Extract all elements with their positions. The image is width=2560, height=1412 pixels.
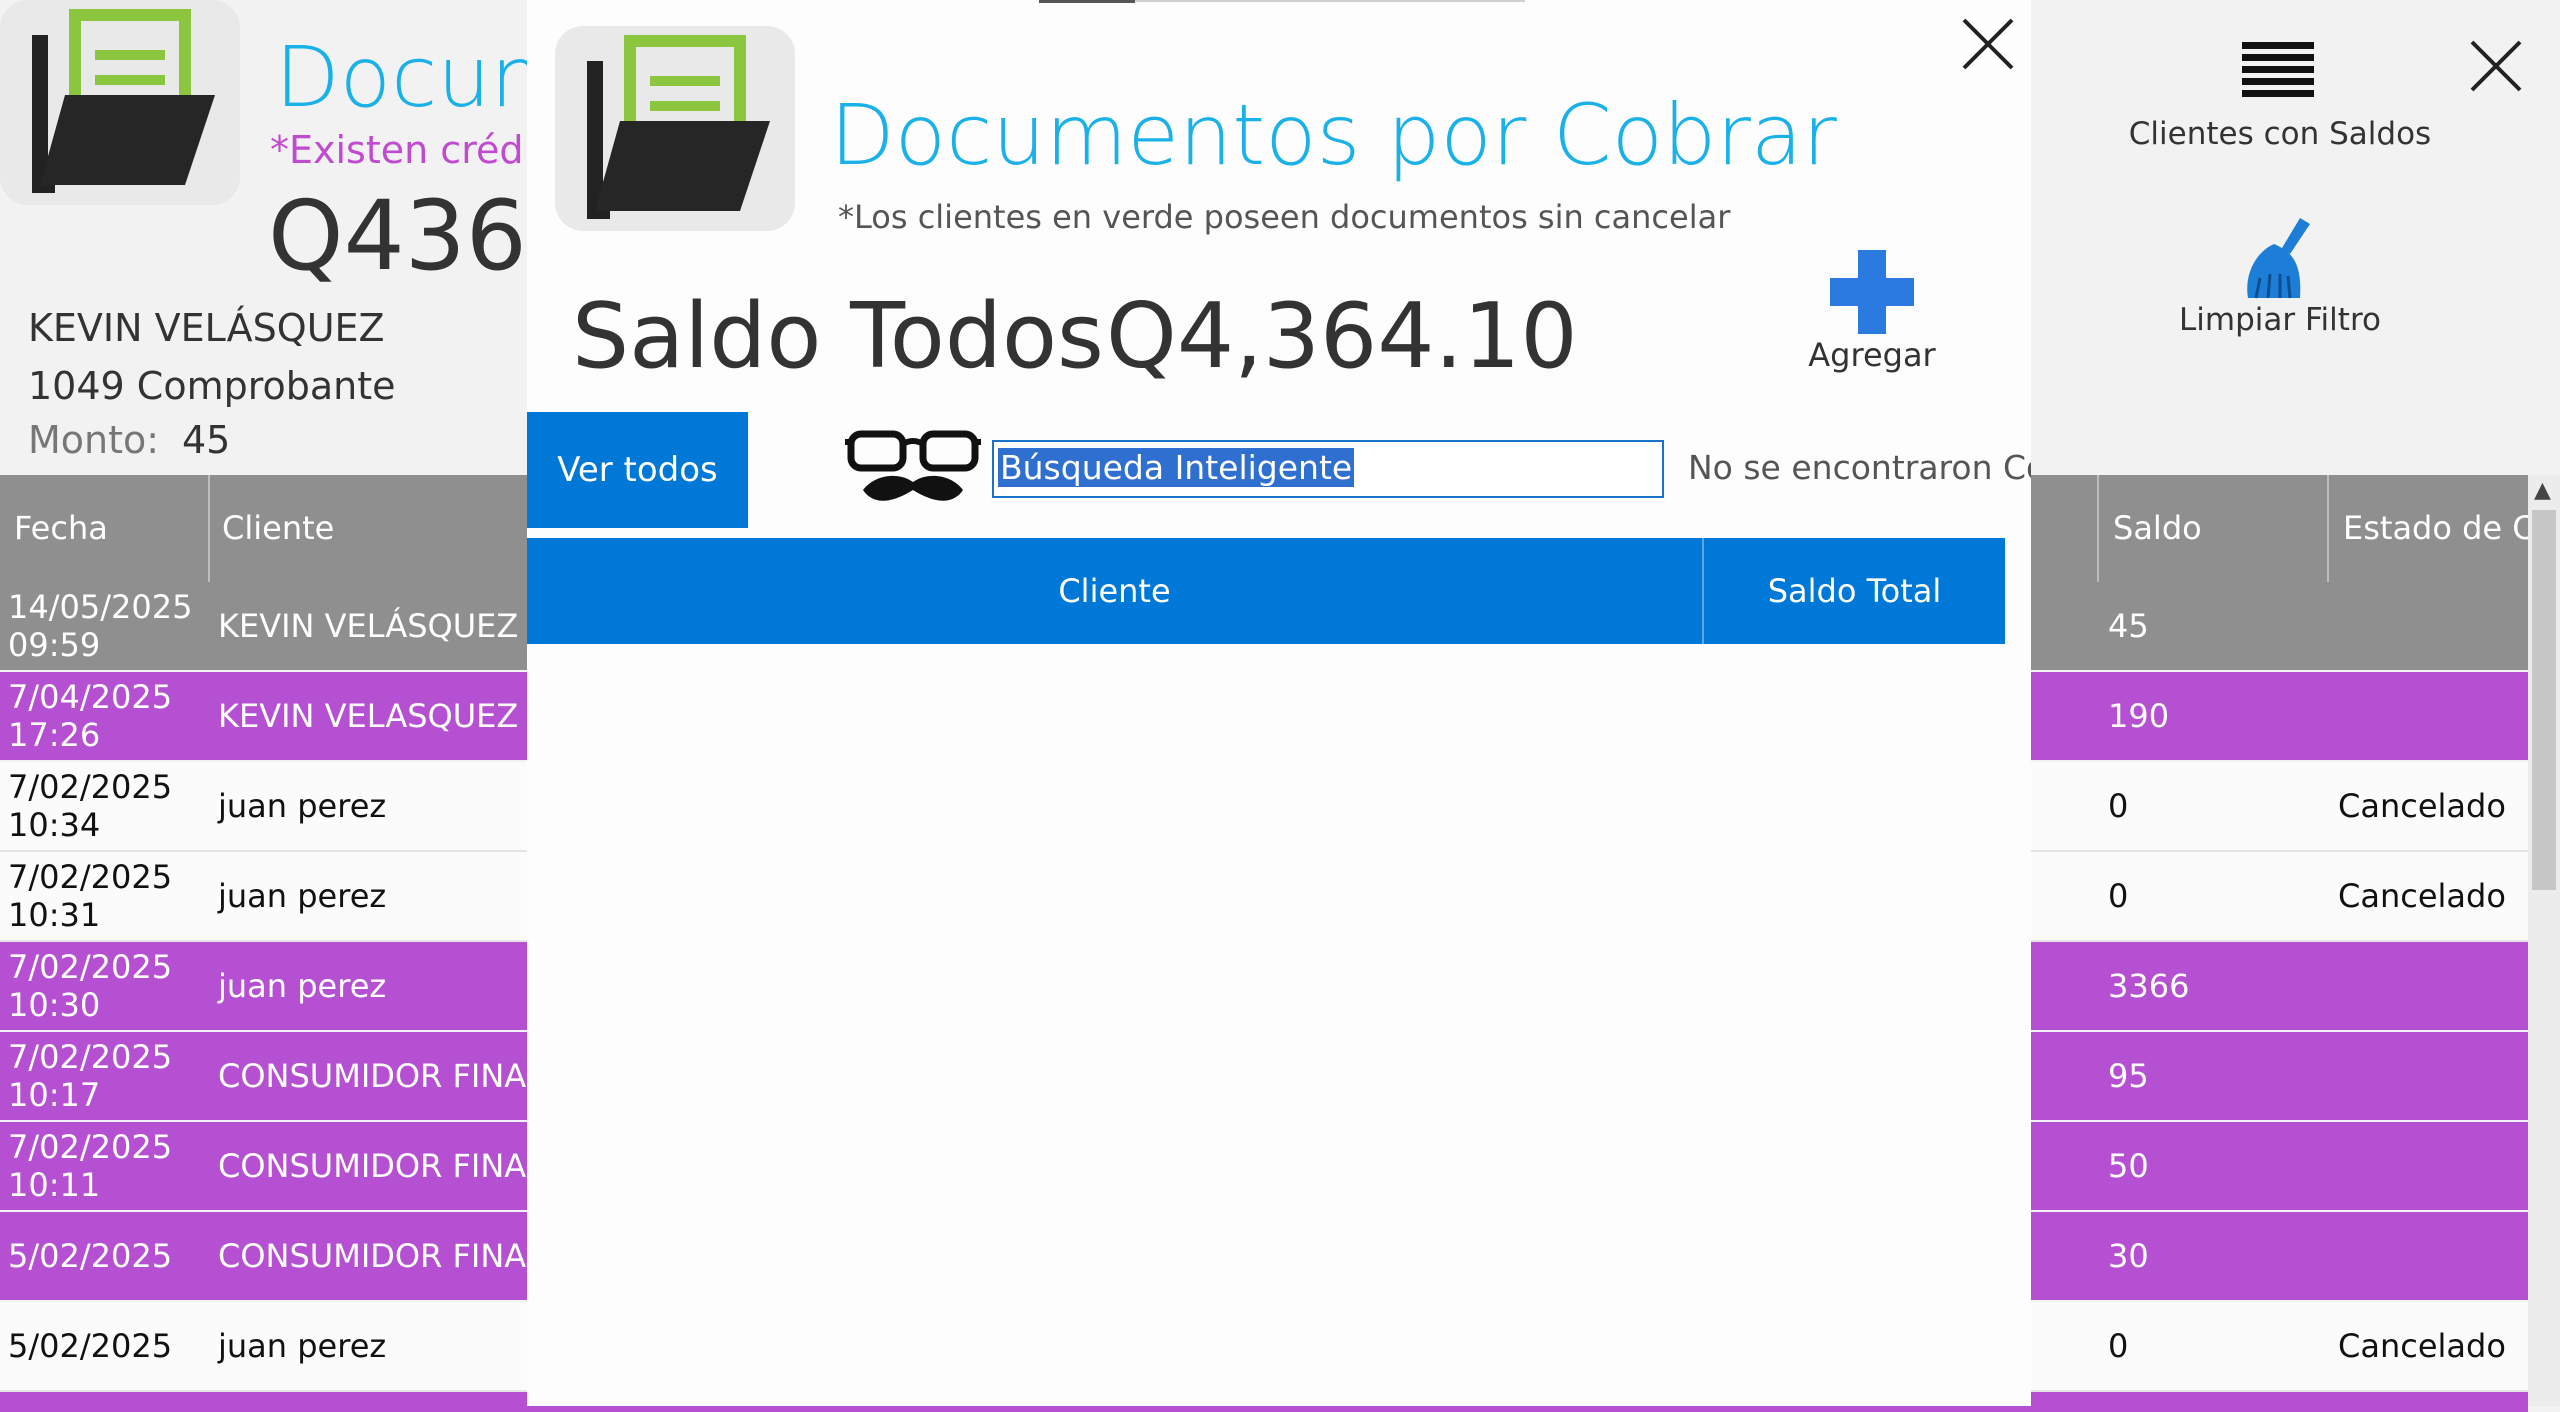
column-header-fecha[interactable]: Fecha	[0, 475, 210, 582]
row-date: 5/02/2025	[8, 1327, 173, 1365]
row-time: 10:31	[8, 896, 101, 934]
dialog-subtitle: *Los clientes en verde poseen documentos…	[838, 198, 1731, 236]
saldo-todos-label: Saldo Todos	[572, 284, 1104, 389]
row-time: 10:34	[8, 806, 101, 844]
row-date: 7/02/2025	[8, 1038, 173, 1076]
row-saldo: 0	[2108, 877, 2129, 915]
row-date: 7/04/2025	[8, 678, 173, 716]
clients-grid-body	[527, 644, 2005, 1406]
scroll-up-arrow-icon[interactable]: ▲	[2534, 478, 2551, 503]
glasses-mustache-icon	[845, 430, 981, 501]
smart-search-toggle[interactable]	[845, 428, 981, 510]
app-icon-tile	[0, 0, 240, 205]
clients-grid-header: Cliente Saldo Total	[527, 538, 2005, 644]
add-button[interactable]: Agregar	[1790, 244, 1954, 374]
row-saldo: 30	[2108, 1237, 2149, 1275]
folder-document-icon	[32, 9, 215, 193]
grid-header-saldo-total[interactable]: Saldo Total	[1704, 538, 2005, 644]
row-time: 10:30	[8, 986, 101, 1024]
row-saldo: 0	[2108, 1327, 2129, 1365]
row-client: CONSUMIDOR FINAL	[218, 1147, 544, 1185]
close-icon	[1962, 18, 2014, 70]
smart-search-input-text: Búsqueda Inteligente	[998, 448, 1355, 487]
column-header-saldo[interactable]: Saldo	[2099, 475, 2329, 582]
close-icon	[2470, 40, 2522, 92]
scrollbar-thumb[interactable]	[2532, 510, 2556, 890]
row-estado: Cancelado	[2338, 787, 2506, 825]
row-time: 10:11	[8, 1166, 101, 1204]
ver-todos-label: Ver todos	[557, 450, 718, 490]
dialog-close-button[interactable]	[1958, 14, 2018, 74]
row-estado: Cancelado	[2338, 877, 2506, 915]
grid-header-cliente[interactable]: Cliente	[527, 538, 1704, 644]
background-client-name: KEVIN VELÁSQUEZ	[28, 306, 385, 350]
add-label: Agregar	[1808, 336, 1936, 374]
row-date: 7/02/2025	[8, 948, 173, 986]
broom-icon	[2247, 218, 2310, 299]
row-client: juan perez	[218, 787, 387, 825]
ver-todos-button[interactable]: Ver todos	[527, 412, 748, 528]
row-time: 17:26	[8, 716, 101, 754]
clients-with-balance-button[interactable]: Clientes con Saldos	[2110, 36, 2450, 166]
clear-filter-label: Limpiar Filtro	[2179, 302, 2381, 338]
background-doc-info: 1049 Comprobante	[28, 364, 396, 408]
smart-search-input[interactable]: Búsqueda Inteligente	[992, 440, 1664, 498]
dialog-top-indicator	[1039, 0, 1135, 3]
row-client: juan perez	[218, 967, 387, 1005]
row-client: juan perez	[218, 1327, 387, 1365]
plus-icon	[1830, 250, 1914, 334]
search-status-text: No se encontraron Coi	[1688, 448, 2031, 487]
folder-document-icon	[587, 35, 770, 219]
background-table-header: Fecha Cliente	[0, 475, 527, 582]
row-date: 7/02/2025	[8, 858, 173, 896]
row-date: 7/02/2025	[8, 1128, 173, 1166]
row-saldo: 190	[2108, 697, 2170, 735]
row-client: juan perez	[218, 877, 387, 915]
row-client: CONSUMIDOR FINAL	[218, 1237, 544, 1275]
row-saldo: 50	[2108, 1147, 2149, 1185]
row-saldo: 3366	[2108, 967, 2190, 1005]
row-client: KEVIN VELÁSQUEZ	[218, 607, 519, 645]
clear-filter-button[interactable]: Limpiar Filtro	[2110, 210, 2450, 350]
row-time: 10:17	[8, 1076, 101, 1114]
row-saldo: 95	[2108, 1057, 2149, 1095]
saldo-todos-value: Q4,364.10	[1106, 284, 1578, 389]
row-saldo: 45	[2108, 607, 2149, 645]
column-header-cliente[interactable]: Cliente	[210, 475, 527, 582]
dialog-top-indicator-light	[1135, 0, 1525, 2]
background-monto-value: 45	[182, 418, 231, 462]
row-saldo: 0	[2108, 787, 2129, 825]
row-estado: Cancelado	[2338, 1327, 2506, 1365]
row-date: 7/02/2025	[8, 768, 173, 806]
row-client: KEVIN VELASQUEZ	[218, 697, 519, 735]
row-client: CONSUMIDOR FINAL	[218, 1057, 544, 1095]
row-date: 14/05/2025	[8, 588, 193, 626]
close-background-button[interactable]	[2466, 36, 2526, 96]
background-table-header-right: Saldo Estado de Cu	[2031, 475, 2528, 582]
row-date: 5/02/2025	[8, 1237, 173, 1275]
background-monto-label: Monto:	[28, 418, 160, 462]
dialog-title: Documentos por Cobrar	[830, 86, 1837, 184]
hamburger-list-icon	[2242, 42, 2314, 97]
column-header-estado[interactable]: Estado de Cu	[2329, 475, 2528, 582]
column-header-spacer	[2031, 475, 2099, 582]
dialog-app-icon-tile	[555, 26, 795, 231]
row-time: 09:59	[8, 626, 101, 664]
clients-with-balance-label: Clientes con Saldos	[2128, 116, 2432, 152]
